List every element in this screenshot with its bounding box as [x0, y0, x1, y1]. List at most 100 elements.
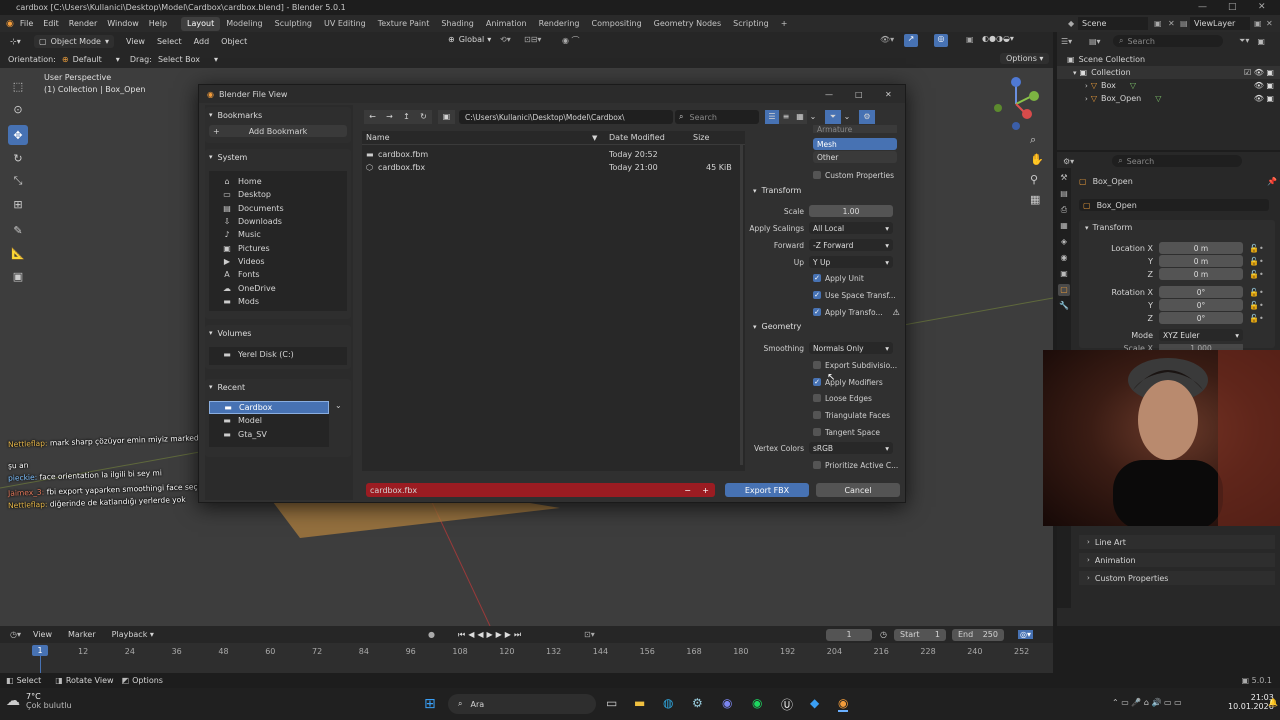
close-icon[interactable]: ✕: [1258, 0, 1266, 15]
back-icon[interactable]: ←: [364, 110, 381, 124]
transform-orientation-dropdown[interactable]: ⊕ Global ▾: [448, 35, 491, 44]
visibility-icons[interactable]: 👁 ▣: [1254, 94, 1274, 103]
world-tab-icon[interactable]: ◉: [1058, 252, 1070, 264]
start-frame-field[interactable]: Start 1: [894, 628, 946, 641]
new-collection-icon[interactable]: ▣: [1257, 37, 1265, 46]
current-frame-field[interactable]: 1: [826, 628, 872, 641]
column-name-header[interactable]: Name: [366, 133, 390, 142]
file-search-input[interactable]: ⌕ Search: [675, 110, 759, 124]
geometry-group-header[interactable]: ▾ Geometry: [753, 322, 801, 331]
file-row[interactable]: ▬ cardbox.fbm Today 20:52: [362, 148, 745, 161]
select-box-tool-icon[interactable]: ⬚: [8, 76, 28, 96]
annotate-tool-icon[interactable]: ✎: [8, 220, 28, 240]
taskbar-search[interactable]: ⌕ Ara: [448, 694, 596, 714]
add-workspace-button[interactable]: +: [775, 17, 794, 31]
sidebar-item-mods[interactable]: ▬ Mods: [209, 295, 347, 308]
minimize-icon[interactable]: —: [825, 90, 833, 99]
scale-tool-icon[interactable]: ⤡: [8, 171, 28, 191]
maximize-icon[interactable]: □: [1228, 0, 1237, 15]
tangent-space-checkbox[interactable]: [813, 428, 821, 436]
cursor-tool-icon[interactable]: ⊙: [8, 99, 28, 119]
menu-object[interactable]: Object: [221, 37, 247, 46]
drag-dropdown[interactable]: Select Box ▾: [158, 55, 218, 64]
forward-axis-dropdown[interactable]: -Z Forward ▾: [809, 239, 893, 251]
tab-layout[interactable]: Layout: [181, 16, 221, 31]
gizmo-toggle-icon[interactable]: ↗: [904, 34, 918, 47]
object-tab-icon[interactable]: ▢: [1058, 284, 1070, 296]
properties-search-input[interactable]: ⌕ Search: [1112, 155, 1243, 167]
unreal-engine-icon[interactable]: Ⓤ: [781, 696, 793, 713]
system-header[interactable]: ▾ System: [205, 149, 351, 165]
column-size-header[interactable]: Size: [693, 133, 709, 142]
spotify-icon[interactable]: ◉: [752, 696, 762, 710]
windows-start-icon[interactable]: ⊞: [424, 696, 436, 712]
filter-chevron-icon[interactable]: ⌄: [841, 110, 853, 124]
tool-tab-icon[interactable]: ⚒: [1058, 172, 1070, 184]
pivot-icon[interactable]: ⟲▾: [500, 35, 511, 44]
location-x-field[interactable]: 0 m: [1159, 242, 1243, 254]
keying-icon[interactable]: ⊡▾: [584, 630, 595, 639]
rotation-z-field[interactable]: 0°: [1159, 312, 1243, 324]
end-frame-field[interactable]: End 250: [952, 628, 1004, 641]
sidebar-item-home[interactable]: ⌂ Home: [209, 175, 347, 188]
thumbnail-list-icon[interactable]: ≡: [779, 110, 793, 124]
object-mode-dropdown[interactable]: ▢ Object Mode ▾: [34, 34, 114, 48]
new-folder-icon[interactable]: ▣: [438, 110, 455, 124]
weather-widget[interactable]: ☁ 7°C Çok bulutlu: [6, 692, 72, 710]
edge-browser-icon[interactable]: ◍: [663, 696, 673, 710]
tab-scripting[interactable]: Scripting: [727, 17, 775, 31]
render-tab-icon[interactable]: ▤: [1058, 188, 1070, 200]
task-view-icon[interactable]: ▭: [606, 696, 617, 710]
tab-rendering[interactable]: Rendering: [533, 17, 586, 31]
camera-view-icon[interactable]: ⚲: [1030, 170, 1044, 190]
measure-tool-icon[interactable]: 📐: [8, 243, 28, 263]
sidebar-item-fonts[interactable]: A Fonts: [209, 268, 347, 281]
decrement-icon[interactable]: −: [684, 486, 691, 495]
add-bookmark-button[interactable]: + Add Bookmark: [209, 125, 347, 137]
steam-icon[interactable]: ⚙: [692, 696, 703, 710]
menu-add[interactable]: Add: [194, 37, 210, 46]
add-cube-tool-icon[interactable]: ▣: [8, 266, 28, 286]
xray-icon[interactable]: ▣: [966, 35, 974, 44]
volumes-header[interactable]: ▾ Volumes: [205, 325, 351, 341]
recent-header[interactable]: ▾ Recent: [205, 379, 351, 395]
rotation-mode-dropdown[interactable]: XYZ Euler ▾: [1159, 329, 1243, 341]
scale-field[interactable]: 1.00: [809, 205, 893, 217]
menu-help[interactable]: Help: [149, 19, 167, 28]
custom-properties-checkbox[interactable]: [813, 171, 821, 179]
export-subdivision-checkbox[interactable]: [813, 361, 821, 369]
sidebar-item-onedrive[interactable]: ☁ OneDrive: [209, 281, 347, 294]
output-tab-icon[interactable]: ⎙: [1058, 204, 1070, 216]
outliner-editor-icon[interactable]: ☰▾: [1061, 37, 1079, 46]
new-view-layer-icon[interactable]: ▣: [1254, 19, 1266, 28]
lock-icon[interactable]: 🔓•: [1249, 301, 1264, 310]
forward-icon[interactable]: →: [381, 110, 398, 124]
playback-controls-icon[interactable]: ⏮◀◀▶▶▶⏭: [458, 630, 524, 640]
sidebar-item-documents[interactable]: ▤ Documents: [209, 202, 347, 215]
location-y-field[interactable]: 0 m: [1159, 255, 1243, 267]
taskbar-clock[interactable]: 21:03 10.01.2026: [1228, 693, 1274, 711]
scene-selector[interactable]: Scene: [1078, 17, 1148, 30]
grid-view-icon[interactable]: ▦: [793, 110, 807, 124]
clock-editor-icon[interactable]: ◷▾: [10, 630, 21, 639]
delete-view-layer-icon[interactable]: ✕: [1266, 19, 1278, 28]
tab-animation[interactable]: Animation: [480, 17, 533, 31]
lock-icon[interactable]: 🔓•: [1249, 270, 1264, 279]
timeline-area[interactable]: 1 12 24 36 48 60 72 84 96 108 120 132 144 156 168 180 1…: [0, 643, 1053, 673]
new-scene-icon[interactable]: ▣: [1154, 19, 1168, 28]
modifier-tab-icon[interactable]: 🔧: [1058, 300, 1070, 312]
menu-window[interactable]: Window: [107, 19, 139, 28]
sort-desc-icon[interactable]: ▼: [592, 134, 597, 142]
object-type-other[interactable]: Other: [813, 151, 897, 163]
pan-hand-icon[interactable]: ✋: [1030, 150, 1044, 170]
tab-shading[interactable]: Shading: [435, 17, 480, 31]
tab-sculpting[interactable]: Sculpting: [269, 17, 318, 31]
vertex-colors-dropdown[interactable]: sRGB ▾: [809, 442, 893, 454]
lock-icon[interactable]: 🔓•: [1249, 257, 1264, 266]
use-space-transform-checkbox[interactable]: ✓: [813, 291, 821, 299]
move-tool-icon[interactable]: ✥: [8, 125, 28, 145]
apply-modifiers-checkbox[interactable]: ✓: [813, 378, 821, 386]
recent-item-gta-sv[interactable]: ▬ Gta_SV: [209, 428, 329, 441]
snap-icon[interactable]: ⊡⊟▾: [524, 35, 541, 44]
custom-properties-panel-header[interactable]: › Custom Properties: [1079, 571, 1275, 585]
